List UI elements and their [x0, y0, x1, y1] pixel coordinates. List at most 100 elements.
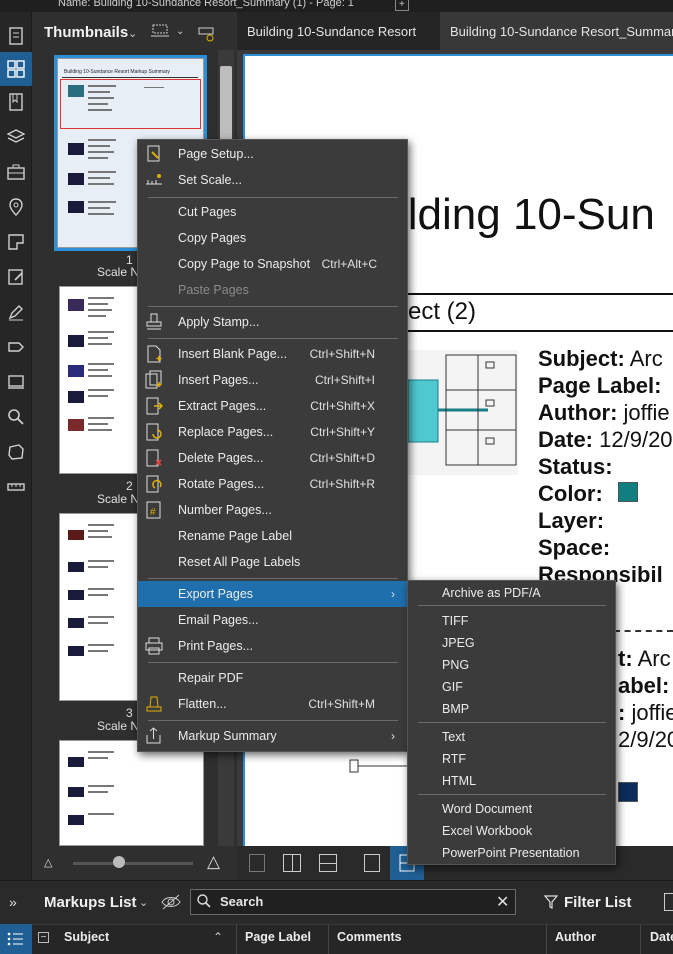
color-swatch	[618, 782, 638, 802]
tag-icon[interactable]	[4, 335, 28, 359]
field-status: Status:	[538, 454, 613, 479]
submenu-rtf[interactable]: RTF	[442, 752, 466, 766]
list-view-icon[interactable]	[0, 924, 32, 954]
field-color: Color:	[538, 481, 603, 506]
expand-panel-icon[interactable]: »	[9, 894, 17, 910]
column-author[interactable]: Author	[555, 930, 596, 944]
chevron-right-icon: ›	[391, 729, 395, 743]
bookmarks-icon[interactable]	[4, 90, 28, 114]
search-placeholder: Search	[220, 894, 264, 909]
column-subject[interactable]: Subject	[64, 930, 109, 944]
menu-insert-blank-page[interactable]: Insert Blank Page... Ctrl+Shift+N	[138, 341, 407, 367]
print-icon	[145, 637, 163, 655]
side-by-side-icon[interactable]	[283, 854, 301, 872]
column-date[interactable]: Date	[650, 930, 673, 944]
left-icon-rail	[0, 12, 32, 880]
add-tab-button[interactable]: +	[395, 0, 409, 11]
color-swatch	[618, 482, 638, 502]
places-icon[interactable]	[4, 195, 28, 219]
filter-list-button[interactable]: Filter List	[564, 894, 632, 911]
search-icon[interactable]	[4, 405, 28, 429]
menu-repair-pdf[interactable]: Repair PDF	[138, 665, 407, 691]
menu-rename-page-label[interactable]: Rename Page Label	[138, 523, 407, 549]
hide-markups-icon[interactable]	[160, 893, 182, 911]
thumbnail-size-icon[interactable]	[150, 22, 172, 40]
field-subject: Subject: Arc	[538, 346, 663, 371]
menu-separator	[418, 605, 606, 606]
chevron-right-icon: ›	[391, 587, 395, 601]
svg-text:#: #	[150, 507, 156, 518]
menu-email-pages[interactable]: Email Pages...	[138, 607, 407, 633]
signatures-icon[interactable]	[4, 300, 28, 324]
tab-building-10[interactable]: Building 10-Sundance Resort	[237, 12, 439, 50]
menu-separator	[148, 197, 398, 198]
thumbnail-options-icon[interactable]	[196, 22, 216, 42]
column-comments[interactable]: Comments	[337, 930, 402, 944]
chevron-down-icon[interactable]: ⌄	[128, 27, 137, 40]
toolbox-icon[interactable]	[4, 160, 28, 184]
menu-print-pages[interactable]: Print Pages...	[138, 633, 407, 659]
menu-page-setup[interactable]: Page Setup...	[138, 141, 407, 167]
layers-icon[interactable]	[4, 125, 28, 149]
thumbnails-panel-icon[interactable]	[0, 52, 32, 86]
menu-number-pages[interactable]: # Number Pages...	[138, 497, 407, 523]
export-icon[interactable]	[664, 893, 673, 911]
menu-export-pages[interactable]: Export Pages ›	[138, 581, 407, 607]
menu-cut-pages[interactable]: Cut Pages	[138, 199, 407, 225]
submenu-powerpoint-presentation[interactable]: PowerPoint Presentation	[442, 846, 580, 860]
continuous-icon[interactable]	[319, 854, 337, 872]
menu-copy-pages[interactable]: Copy Pages	[138, 225, 407, 251]
menu-copy-page-to-snapshot[interactable]: Copy Page to Snapshot Ctrl+Alt+C	[138, 251, 407, 277]
menu-separator	[148, 306, 398, 307]
chevron-down-icon[interactable]: ⌄	[176, 26, 184, 37]
submenu-bmp[interactable]: BMP	[442, 702, 469, 716]
menu-delete-pages[interactable]: Delete Pages... Ctrl+Shift+D	[138, 445, 407, 471]
submenu-word-document[interactable]: Word Document	[442, 802, 532, 816]
menu-markup-summary[interactable]: Markup Summary ›	[138, 723, 407, 749]
submenu-gif[interactable]: GIF	[442, 680, 463, 694]
menu-flatten[interactable]: Flatten... Ctrl+Shift+M	[138, 691, 407, 717]
menu-separator	[418, 722, 606, 723]
sort-ascending-icon[interactable]: ⌃	[213, 930, 223, 944]
menu-reset-all-page-labels[interactable]: Reset All Page Labels	[138, 549, 407, 575]
field-page-label: Page Label:	[538, 373, 662, 398]
document-icon[interactable]	[4, 24, 28, 48]
collapse-all-icon[interactable]: −	[38, 932, 49, 943]
submenu-tiff[interactable]: TIFF	[442, 614, 468, 628]
menu-replace-pages[interactable]: Replace Pages... Ctrl+Shift+Y	[138, 419, 407, 445]
subject-heading: ect (2)	[408, 298, 477, 325]
zoom-out-icon[interactable]: △	[44, 856, 52, 869]
page-thumbnail-4[interactable]	[59, 740, 204, 846]
thumbnail-size-slider[interactable]	[73, 862, 193, 865]
3d-icon[interactable]	[4, 440, 28, 464]
menu-extract-pages[interactable]: Extract Pages... Ctrl+Shift+X	[138, 393, 407, 419]
column-page-label[interactable]: Page Label	[245, 930, 311, 944]
search-icon	[196, 893, 212, 909]
single-page-icon[interactable]	[249, 854, 265, 872]
submenu-html[interactable]: HTML	[442, 774, 476, 788]
ruler-icon[interactable]	[4, 475, 28, 499]
clear-search-icon[interactable]: ✕	[496, 892, 509, 912]
menu-separator	[148, 578, 398, 579]
menu-set-scale[interactable]: Set Scale...	[138, 167, 407, 193]
field-author: Author: joffie	[538, 400, 670, 425]
page-context-menu: Page Setup... Set Scale... Cut Pages Cop…	[137, 139, 408, 752]
spaces-icon[interactable]	[4, 230, 28, 254]
zoom-in-icon[interactable]: △	[207, 852, 220, 872]
submenu-text[interactable]: Text	[442, 730, 465, 744]
submenu-archive-pdfa[interactable]: Archive as PDF/A	[442, 586, 541, 600]
menu-rotate-pages[interactable]: Rotate Pages... Ctrl+Shift+R	[138, 471, 407, 497]
menu-apply-stamp[interactable]: Apply Stamp...	[138, 309, 407, 335]
menu-insert-pages[interactable]: Insert Pages... Ctrl+Shift+I	[138, 367, 407, 393]
chevron-down-icon[interactable]: ⌄	[139, 896, 148, 909]
forms-icon[interactable]	[4, 265, 28, 289]
submenu-jpeg[interactable]: JPEG	[442, 636, 475, 650]
submenu-png[interactable]: PNG	[442, 658, 469, 672]
filter-icon	[543, 895, 559, 909]
menu-separator	[148, 662, 398, 663]
slider-handle[interactable]	[113, 856, 125, 868]
measurements-icon[interactable]	[4, 370, 28, 394]
submenu-excel-workbook[interactable]: Excel Workbook	[442, 824, 532, 838]
add-page-icon[interactable]	[364, 854, 380, 872]
tab-building-10-summary[interactable]: Building 10-Sundance Resort_Summary-(	[440, 12, 673, 50]
